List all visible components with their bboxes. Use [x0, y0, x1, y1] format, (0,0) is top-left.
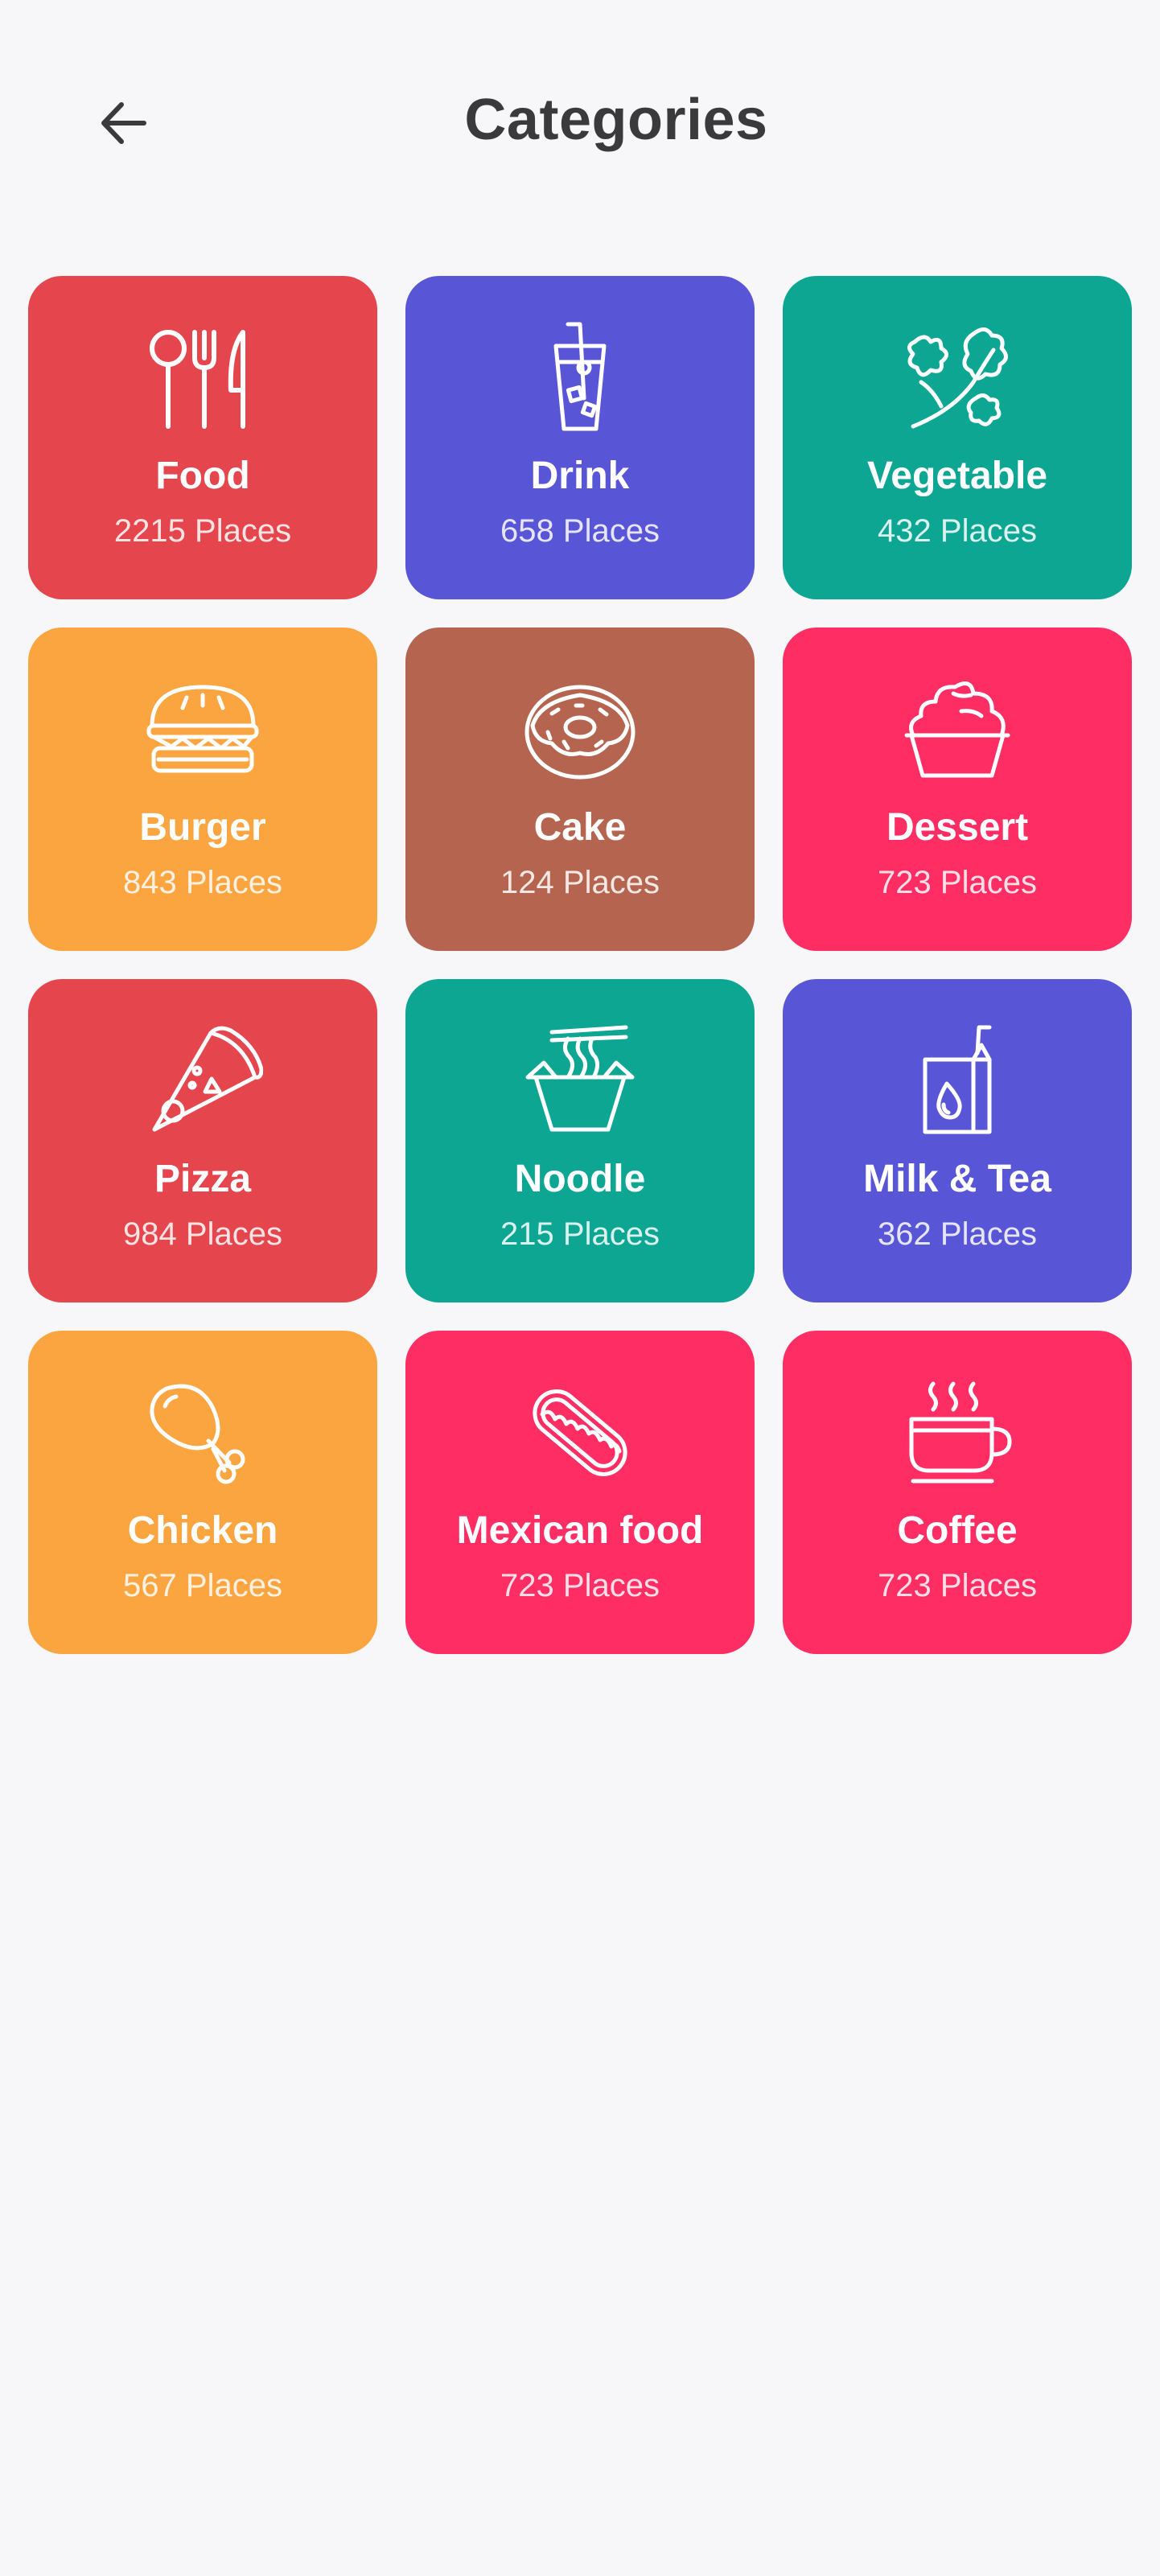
category-card-milk-tea[interactable]: Milk & Tea 362 Places: [783, 979, 1132, 1302]
burger-icon: [142, 669, 263, 790]
category-count: 658 Places: [500, 513, 660, 549]
category-name: Pizza: [154, 1158, 252, 1200]
category-card-noodle[interactable]: Noodle 215 Places: [405, 979, 755, 1302]
category-card-coffee[interactable]: Coffee 723 Places: [783, 1331, 1132, 1654]
category-count: 124 Places: [500, 865, 660, 900]
category-card-drink[interactable]: Drink 658 Places: [405, 276, 755, 599]
category-card-burger[interactable]: Burger 843 Places: [28, 628, 377, 951]
category-grid: Food 2215 Places Drink 658 Places Vegeta…: [28, 276, 1132, 1654]
category-count: 984 Places: [123, 1216, 282, 1252]
ice-cream-icon: [897, 669, 1018, 790]
utensils-icon: [142, 318, 263, 438]
category-card-chicken[interactable]: Chicken 567 Places: [28, 1331, 377, 1654]
category-name: Mexican food: [456, 1509, 704, 1552]
category-count: 215 Places: [500, 1216, 660, 1252]
category-name: Food: [155, 455, 250, 497]
donut-icon: [520, 669, 640, 790]
category-count: 723 Places: [878, 1568, 1037, 1603]
category-name: Vegetable: [866, 455, 1048, 497]
category-count: 723 Places: [878, 865, 1037, 900]
category-count: 723 Places: [500, 1568, 660, 1603]
noodle-box-icon: [520, 1021, 640, 1142]
category-name: Chicken: [127, 1509, 278, 1552]
category-count: 843 Places: [123, 865, 282, 900]
category-count: 2215 Places: [113, 513, 292, 549]
category-card-dessert[interactable]: Dessert 723 Places: [783, 628, 1132, 951]
drink-glass-icon: [520, 318, 640, 438]
category-count: 432 Places: [878, 513, 1037, 549]
vegetable-icon: [897, 318, 1018, 438]
category-name: Coffee: [897, 1509, 1018, 1552]
category-card-cake[interactable]: Cake 124 Places: [405, 628, 755, 951]
category-name: Milk & Tea: [863, 1158, 1051, 1200]
category-card-food[interactable]: Food 2215 Places: [28, 276, 377, 599]
pizza-icon: [142, 1021, 263, 1142]
chicken-leg-icon: [142, 1372, 263, 1493]
category-count: 567 Places: [123, 1568, 282, 1603]
category-name: Burger: [139, 806, 266, 849]
category-count: 362 Places: [878, 1216, 1037, 1252]
category-card-mexican-food[interactable]: Mexican food 723 Places: [405, 1331, 755, 1654]
coffee-cup-icon: [897, 1372, 1018, 1493]
category-card-pizza[interactable]: Pizza 984 Places: [28, 979, 377, 1302]
category-name: Dessert: [886, 806, 1029, 849]
hotdog-icon: [520, 1372, 640, 1493]
app-header: Categories: [0, 0, 1160, 249]
category-card-vegetable[interactable]: Vegetable 432 Places: [783, 276, 1132, 599]
category-name: Cake: [533, 806, 627, 849]
milk-carton-icon: [897, 1021, 1018, 1142]
category-name: Noodle: [514, 1158, 646, 1200]
category-name: Drink: [530, 455, 630, 497]
page-title: Categories: [464, 88, 768, 152]
